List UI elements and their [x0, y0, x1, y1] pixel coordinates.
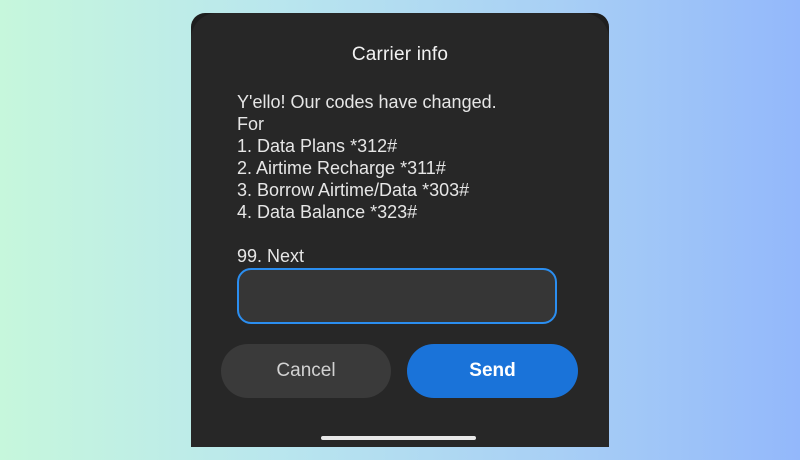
carrier-info-dialog: Carrier info Y'ello! Our codes have chan… [191, 13, 609, 447]
message-line: 1. Data Plans *312# [237, 136, 398, 156]
phone-screen: Carrier info Y'ello! Our codes have chan… [191, 13, 609, 447]
message-line: For [237, 114, 264, 134]
dialog-message: Y'ello! Our codes have changed. For 1. D… [237, 91, 577, 267]
reply-input[interactable] [237, 268, 557, 324]
message-line: Y'ello! Our codes have changed. [237, 92, 497, 112]
send-button[interactable]: Send [407, 344, 578, 398]
message-line: 3. Borrow Airtime/Data *303# [237, 180, 470, 200]
message-line: 2. Airtime Recharge *311# [237, 158, 446, 178]
dialog-title: Carrier info [351, 44, 449, 65]
cancel-button[interactable]: Cancel [221, 344, 391, 398]
message-line [237, 223, 577, 245]
message-line: 99. Next [237, 246, 305, 266]
home-indicator[interactable] [321, 436, 476, 440]
message-line: 4. Data Balance *323# [237, 202, 418, 222]
